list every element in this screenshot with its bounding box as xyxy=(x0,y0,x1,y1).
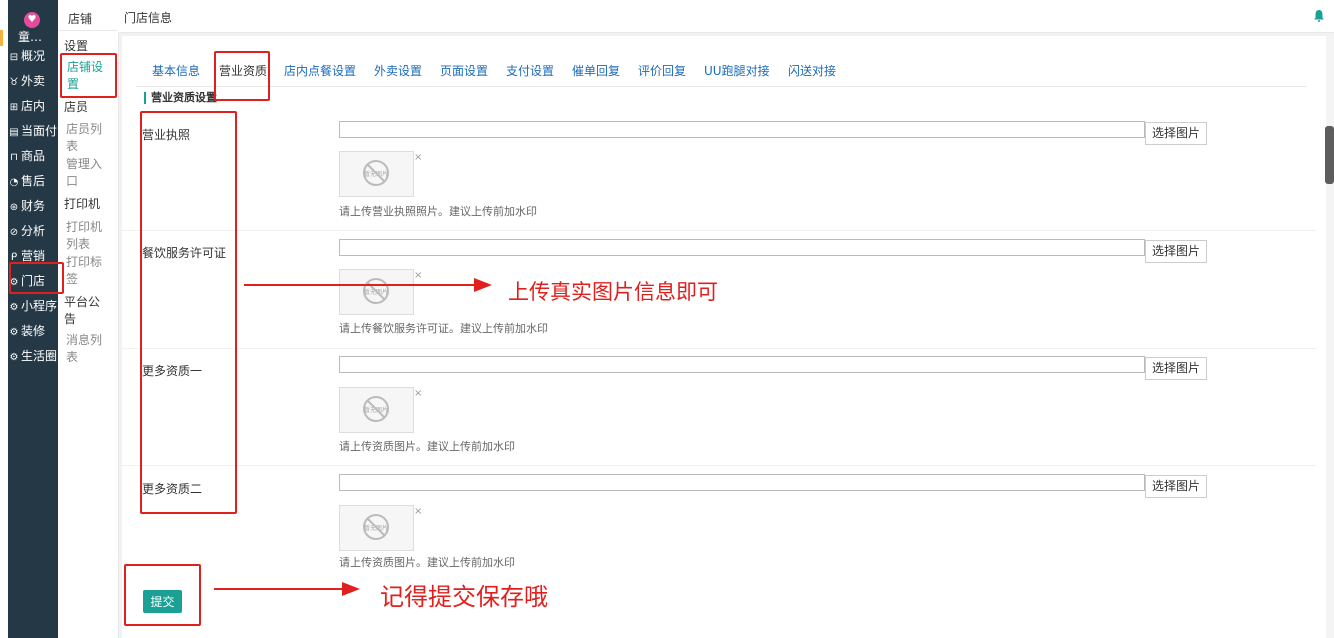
gear-icon: ⚙ xyxy=(9,352,19,363)
food-permit-hint: 请上传餐饮服务许可证。建议上传前加水印 xyxy=(339,322,548,335)
sidebar-item-label: 当面付 xyxy=(21,124,58,138)
extra-qualification-2-hint: 请上传资质图片。建议上传前加水印 xyxy=(339,556,515,569)
no-image-icon: 暂无图片 xyxy=(363,160,389,186)
sidebar-item-label: 售后 xyxy=(21,174,46,188)
sidebar-item-1[interactable]: ♉ 外卖 xyxy=(8,72,60,92)
bell-icon[interactable] xyxy=(1314,10,1324,22)
extra-qualification-1-hint: 请上传资质图片。建议上传前加水印 xyxy=(339,440,515,453)
remove-image-icon[interactable]: × xyxy=(414,506,422,517)
tab-page-settings[interactable]: 页面设置 xyxy=(440,62,488,79)
edge-marker xyxy=(0,30,3,46)
main-sidebar: ♥ 童… xyxy=(8,0,58,638)
sidebar-item-6[interactable]: ⊛ 财务 xyxy=(8,197,60,217)
extra-qualification-1-path-input[interactable] xyxy=(339,356,1145,373)
settings-tabs: 基本信息 营业资质 店内点餐设置 外卖设置 页面设置 支付设置 催单回复 评价回… xyxy=(136,62,1306,87)
tab-shansong[interactable]: 闪送对接 xyxy=(788,62,836,79)
row-divider xyxy=(122,230,1316,231)
sidebar-item-label: 外卖 xyxy=(21,74,46,88)
sidebar-item-10[interactable]: ⚙ 小程序 xyxy=(8,297,60,317)
tab-payment-settings[interactable]: 支付设置 xyxy=(506,62,554,79)
group-printer: 打印机 xyxy=(64,197,101,211)
content-card: 基本信息 营业资质 店内点餐设置 外卖设置 页面设置 支付设置 催单回复 评价回… xyxy=(122,36,1328,638)
store-icon: ⊞ xyxy=(9,102,19,113)
sidebar-item-11[interactable]: ⚙ 装修 xyxy=(8,322,60,342)
extra-qualification-2-path-input[interactable] xyxy=(339,474,1145,491)
subnav-printer-list[interactable]: 打印机列表 xyxy=(66,219,106,253)
goods-icon: ⊓ xyxy=(10,152,18,163)
tab-takeout-settings[interactable]: 外卖设置 xyxy=(374,62,422,79)
tab-review-reply[interactable]: 评价回复 xyxy=(638,62,686,79)
license-select-image-button[interactable]: 选择图片 xyxy=(1145,122,1207,145)
subnav-admin-entry[interactable]: 管理入口 xyxy=(66,156,106,190)
subnav-message-list[interactable]: 消息列表 xyxy=(66,332,106,366)
tab-basic-info[interactable]: 基本信息 xyxy=(152,62,200,79)
gear-icon: ⚙ xyxy=(9,327,19,338)
extra-qualification-2-image-preview: 暂无图片 xyxy=(339,505,414,551)
pay-icon: ▤ xyxy=(9,127,19,138)
sidebar-item-3[interactable]: ▤ 当面付 xyxy=(8,122,60,142)
sidebar-item-label: 分析 xyxy=(21,224,46,238)
shop-logo-icon[interactable]: ♥ xyxy=(24,12,40,28)
annotation-text-submit: 记得提交保存哦 xyxy=(380,583,548,611)
shop-name: 童… xyxy=(18,30,43,44)
annotation-box-store-menu xyxy=(9,262,64,294)
sidebar-item-label: 小程序 xyxy=(21,299,58,313)
divider xyxy=(58,30,118,31)
section-title: 营业资质设置 xyxy=(144,92,217,104)
sidebar-item-label: 店内 xyxy=(21,99,46,113)
sidebar-item-label: 营销 xyxy=(21,249,46,263)
analysis-icon: ⊘ xyxy=(9,227,19,238)
sidebar-item-label: 商品 xyxy=(21,149,46,163)
annotation-box-submit xyxy=(124,564,201,626)
window-edge xyxy=(0,0,8,638)
sidebar-item-2[interactable]: ⊞ 店内 xyxy=(8,97,60,117)
license-image-preview: 暂无图片 xyxy=(339,151,414,197)
sidebar-item-label: 装修 xyxy=(21,324,46,338)
page-title: 门店信息 xyxy=(124,11,173,25)
sidebar-item-12[interactable]: ⚙ 生活圈 xyxy=(8,347,60,367)
aftersale-icon: ◔ xyxy=(9,177,19,188)
annotation-arrow-upload xyxy=(244,278,492,292)
tab-uu-errand[interactable]: UU跑腿对接 xyxy=(704,62,770,79)
sidebar-item-label: 概况 xyxy=(21,49,46,63)
annotation-box-fields xyxy=(140,111,237,514)
no-image-icon: 暂无图片 xyxy=(363,514,389,540)
tab-reminder-reply[interactable]: 催单回复 xyxy=(572,62,620,79)
extra-qualification-1-select-image-button[interactable]: 选择图片 xyxy=(1145,357,1207,380)
no-image-icon: 暂无图片 xyxy=(363,396,389,422)
remove-image-icon[interactable]: × xyxy=(414,388,422,399)
remove-image-icon[interactable]: × xyxy=(414,152,422,163)
top-header: 门店信息 xyxy=(118,0,1334,33)
sidebar-item-5[interactable]: ◔ 售后 xyxy=(8,172,60,192)
dashboard-icon: ⊟ xyxy=(9,52,19,63)
license-hint: 请上传营业执照照片。建议上传前加水印 xyxy=(339,205,537,218)
sidebar-item-label: 财务 xyxy=(21,199,46,213)
sidebar-item-4[interactable]: ⊓ 商品 xyxy=(8,147,60,167)
annotation-text-upload: 上传真实图片信息即可 xyxy=(508,280,718,304)
sidebar-item-label: 生活圈 xyxy=(21,349,58,363)
group-staff: 店员 xyxy=(64,100,89,114)
food-permit-select-image-button[interactable]: 选择图片 xyxy=(1145,240,1207,263)
group-notice: 平台公告 xyxy=(64,295,101,326)
row-divider xyxy=(122,348,1316,349)
subnav-staff-list[interactable]: 店员列表 xyxy=(66,121,106,155)
subnav-print-labels[interactable]: 打印标签 xyxy=(66,254,106,288)
sidebar-item-0[interactable]: ⊟ 概况 xyxy=(8,47,60,67)
annotation-box-qualification-tab xyxy=(214,51,270,101)
annotation-box-shop-settings xyxy=(60,53,117,98)
extra-qualification-2-select-image-button[interactable]: 选择图片 xyxy=(1145,475,1207,498)
scrollbar-handle[interactable] xyxy=(1325,126,1334,184)
license-path-input[interactable] xyxy=(339,121,1145,138)
finance-icon: ⊛ xyxy=(9,202,19,213)
food-permit-path-input[interactable] xyxy=(339,239,1145,256)
sub-sidebar-title: 店铺 xyxy=(68,12,93,26)
annotation-arrow-submit xyxy=(214,582,360,596)
row-divider xyxy=(122,465,1316,466)
tab-dine-in-settings[interactable]: 店内点餐设置 xyxy=(284,62,356,79)
extra-qualification-1-image-preview: 暂无图片 xyxy=(339,387,414,433)
takeout-icon: ♉ xyxy=(9,77,19,88)
gear-icon: ⚙ xyxy=(9,302,19,313)
sidebar-item-7[interactable]: ⊘ 分析 xyxy=(8,222,60,242)
